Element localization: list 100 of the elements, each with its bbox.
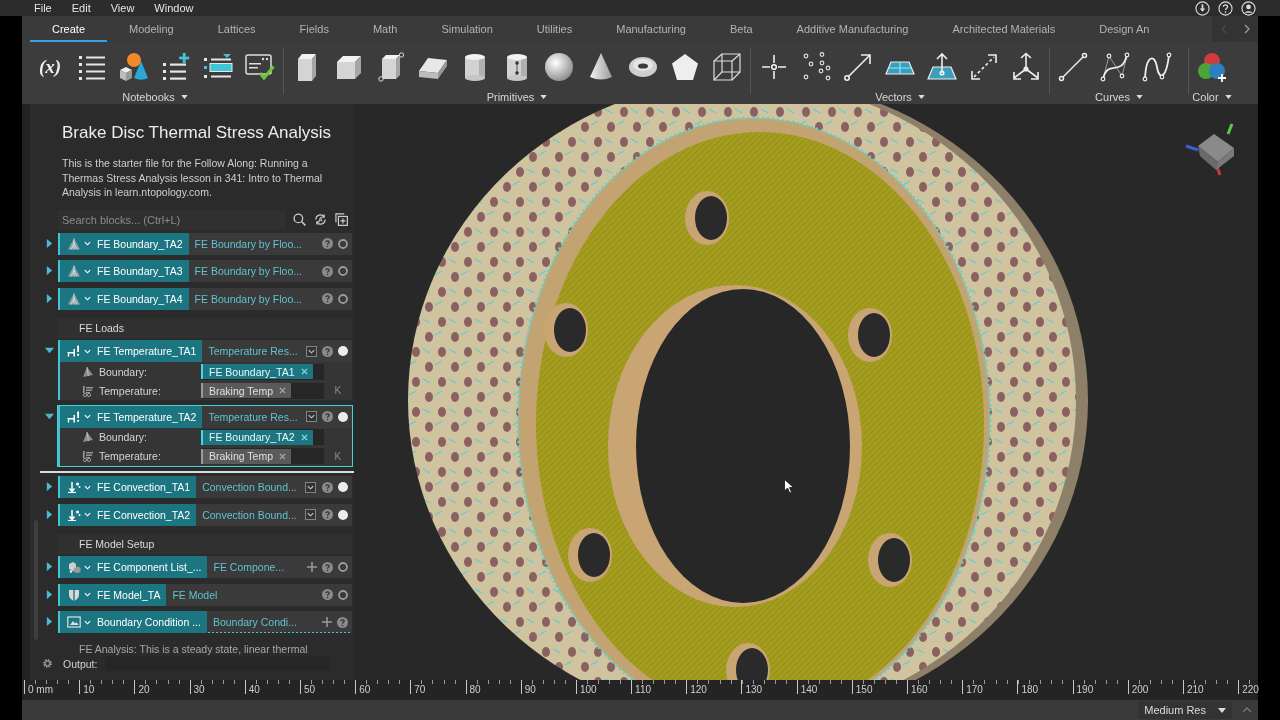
block-card[interactable]: FE Boundary_TA3 FE Boundary by Floo...	[58, 260, 352, 282]
download-icon[interactable]	[1195, 0, 1210, 16]
group-dropdown[interactable]: Color	[1190, 89, 1234, 104]
sphere-icon[interactable]	[544, 52, 574, 82]
remove-icon[interactable]	[279, 452, 286, 460]
ribbon-tab[interactable]: Beta	[707, 16, 775, 42]
axes-icon[interactable]	[1011, 52, 1041, 82]
menu-item[interactable]: View	[100, 0, 145, 16]
group-dropdown[interactable]: Notebooks	[120, 89, 190, 104]
user-icon[interactable]	[1241, 0, 1256, 16]
menu-item[interactable]: File	[24, 0, 62, 16]
pentagon-icon[interactable]	[670, 52, 700, 82]
line-segment-icon[interactable]	[1058, 52, 1088, 82]
chevron-down-icon[interactable]	[84, 268, 91, 274]
filled-circle-icon[interactable]	[337, 509, 348, 520]
wireframe-cube-icon[interactable]	[712, 52, 742, 82]
triangle-icon[interactable]	[44, 266, 54, 275]
ring-icon[interactable]	[337, 238, 348, 249]
ribbon-tab[interactable]: Additive Manufacturing	[774, 16, 931, 42]
block-card[interactable]: Boundary Condition ... Boundary Condi...	[58, 611, 352, 633]
block-card[interactable]: FE Convection_TA2 Convection Bound...	[58, 503, 352, 526]
color-circles-icon[interactable]	[1197, 52, 1227, 82]
input-field[interactable]: Braking Temp	[201, 382, 324, 399]
ribbon-tab[interactable]: Architected Materials	[930, 16, 1078, 42]
ribbon-tab[interactable]: Lattices	[195, 16, 278, 42]
dropdown-icon[interactable]	[305, 411, 317, 422]
reference-tag[interactable]: FE Boundary_TA1	[201, 364, 313, 379]
shapes-icon[interactable]	[119, 52, 149, 82]
resolution-dropdown[interactable]: Medium Res	[1138, 701, 1232, 719]
list-add-icon[interactable]	[161, 52, 191, 82]
input-field[interactable]: FE Boundary_TA1	[201, 363, 324, 380]
block-card[interactable]: FE Temperature_TA1 Temperature Res... Boundary: FE Boundary_TA1 Temperature: Braking Temp K	[58, 340, 352, 400]
triangle-icon[interactable]	[44, 589, 54, 599]
ribbon-tab[interactable]: Fields	[277, 16, 351, 42]
ribbon-tab[interactable]: Manufacturing	[594, 16, 708, 42]
chevron-down-icon[interactable]	[84, 296, 91, 301]
vector-arrow-icon[interactable]	[843, 52, 873, 82]
ribbon-tab[interactable]: Utilities	[514, 16, 595, 42]
remove-icon[interactable]	[300, 368, 308, 375]
block-card[interactable]: FE Temperature_TA2 Temperature Res... Boundary: FE Boundary_TA2 Temperature: Braking Temp K	[58, 405, 352, 466]
block-header[interactable]: FE Temperature_TA1	[60, 340, 203, 362]
block-card[interactable]: FE Boundary_TA2 FE Boundary by Floo...	[58, 232, 352, 255]
group-dropdown[interactable]: Vectors	[873, 89, 927, 104]
block-header[interactable]: FE Component List_...	[60, 556, 208, 578]
chevron-down-icon[interactable]	[84, 619, 91, 625]
ribbon-tab[interactable]: Simulation	[419, 16, 515, 42]
chevron-down-icon[interactable]	[84, 564, 91, 570]
block-header[interactable]: FE Boundary_TA4	[60, 287, 189, 310]
group-dropdown[interactable]: Curves	[1093, 89, 1145, 104]
plus-icon[interactable]	[321, 617, 332, 627]
block-header[interactable]: Boundary Condition ...	[60, 611, 207, 633]
group-dropdown[interactable]: Primitives	[484, 89, 550, 104]
triangle-icon[interactable]	[44, 238, 54, 248]
triangle-icon[interactable]	[44, 293, 54, 303]
help-icon[interactable]	[1218, 0, 1233, 16]
triangle-icon[interactable]	[44, 617, 54, 626]
filled-circle-icon[interactable]	[337, 411, 348, 422]
spline-icon[interactable]	[1100, 52, 1130, 82]
ring-icon[interactable]	[337, 562, 348, 572]
search-icon[interactable]	[292, 213, 306, 226]
chevron-right-icon[interactable]	[1243, 24, 1250, 34]
triangle-icon[interactable]	[44, 411, 54, 421]
add-copy-icon[interactable]	[334, 213, 348, 226]
dashed-arrow-icon[interactable]	[969, 52, 999, 82]
block-header[interactable]: FE Boundary_TA3	[60, 260, 189, 282]
dropdown-icon[interactable]	[305, 345, 317, 357]
3d-viewport[interactable]	[354, 104, 1258, 680]
block-card[interactable]: FE Component List_... FE Compone...	[58, 556, 352, 578]
point-cloud-icon[interactable]	[801, 52, 831, 82]
menu-item[interactable]: Edit	[61, 0, 101, 16]
ring-icon[interactable]	[337, 589, 348, 600]
block-card[interactable]: FE Model_TA FE Model	[58, 583, 352, 606]
chevron-down-icon[interactable]	[84, 512, 91, 517]
box-points-icon[interactable]	[376, 52, 406, 82]
remove-icon[interactable]	[300, 433, 308, 441]
menu-item[interactable]: Window	[144, 0, 204, 16]
filled-circle-icon[interactable]	[337, 482, 348, 492]
chevron-down-icon[interactable]	[84, 414, 91, 419]
settings-icon[interactable]	[42, 658, 53, 670]
block-header[interactable]: FE Temperature_TA2	[60, 405, 203, 428]
curve-icon[interactable]	[1142, 52, 1172, 82]
search-field[interactable]: Search blocks... (Ctrl+L)	[58, 209, 285, 230]
checklist-card-icon[interactable]	[245, 52, 275, 82]
chevron-down-icon[interactable]	[84, 592, 91, 597]
chevron-down-icon[interactable]	[84, 348, 91, 354]
plane-arrow-icon[interactable]	[927, 52, 957, 82]
triangle-icon[interactable]	[44, 562, 54, 571]
variable-button[interactable]: (x)	[35, 52, 65, 82]
dropdown-icon[interactable]	[304, 481, 316, 493]
dropdown-icon[interactable]	[304, 509, 316, 520]
crosshair-point-icon[interactable]	[759, 52, 789, 82]
block-header[interactable]: FE Convection_TA1	[60, 476, 197, 498]
chevron-down-icon[interactable]	[84, 484, 91, 490]
reference-tag[interactable]: Braking Temp	[201, 383, 291, 398]
filled-circle-icon[interactable]	[337, 346, 348, 356]
ribbon-tab[interactable]: Math	[350, 16, 420, 42]
block-header[interactable]: FE Boundary_TA2	[60, 232, 189, 255]
cycle-icon[interactable]	[313, 213, 327, 226]
ribbon-tab[interactable]: Design An	[1077, 16, 1172, 42]
remove-icon[interactable]	[279, 387, 286, 394]
